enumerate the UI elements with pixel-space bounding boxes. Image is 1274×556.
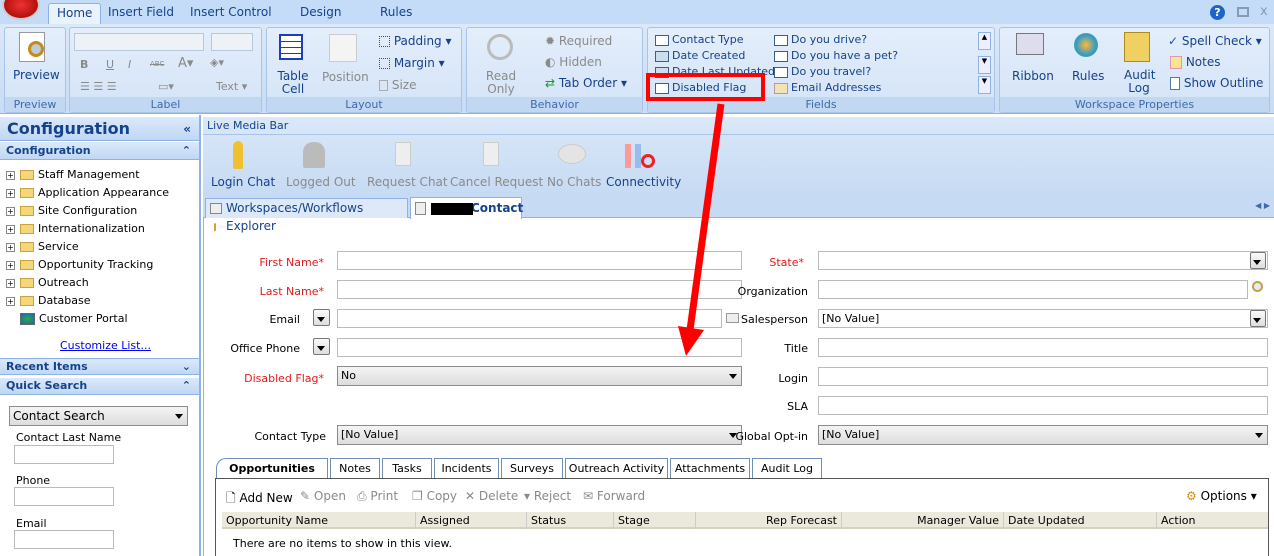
arrow-head [678, 326, 704, 356]
arrow-shaft [686, 103, 725, 331]
red-annotation [646, 73, 765, 356]
highlight-box [646, 73, 765, 101]
